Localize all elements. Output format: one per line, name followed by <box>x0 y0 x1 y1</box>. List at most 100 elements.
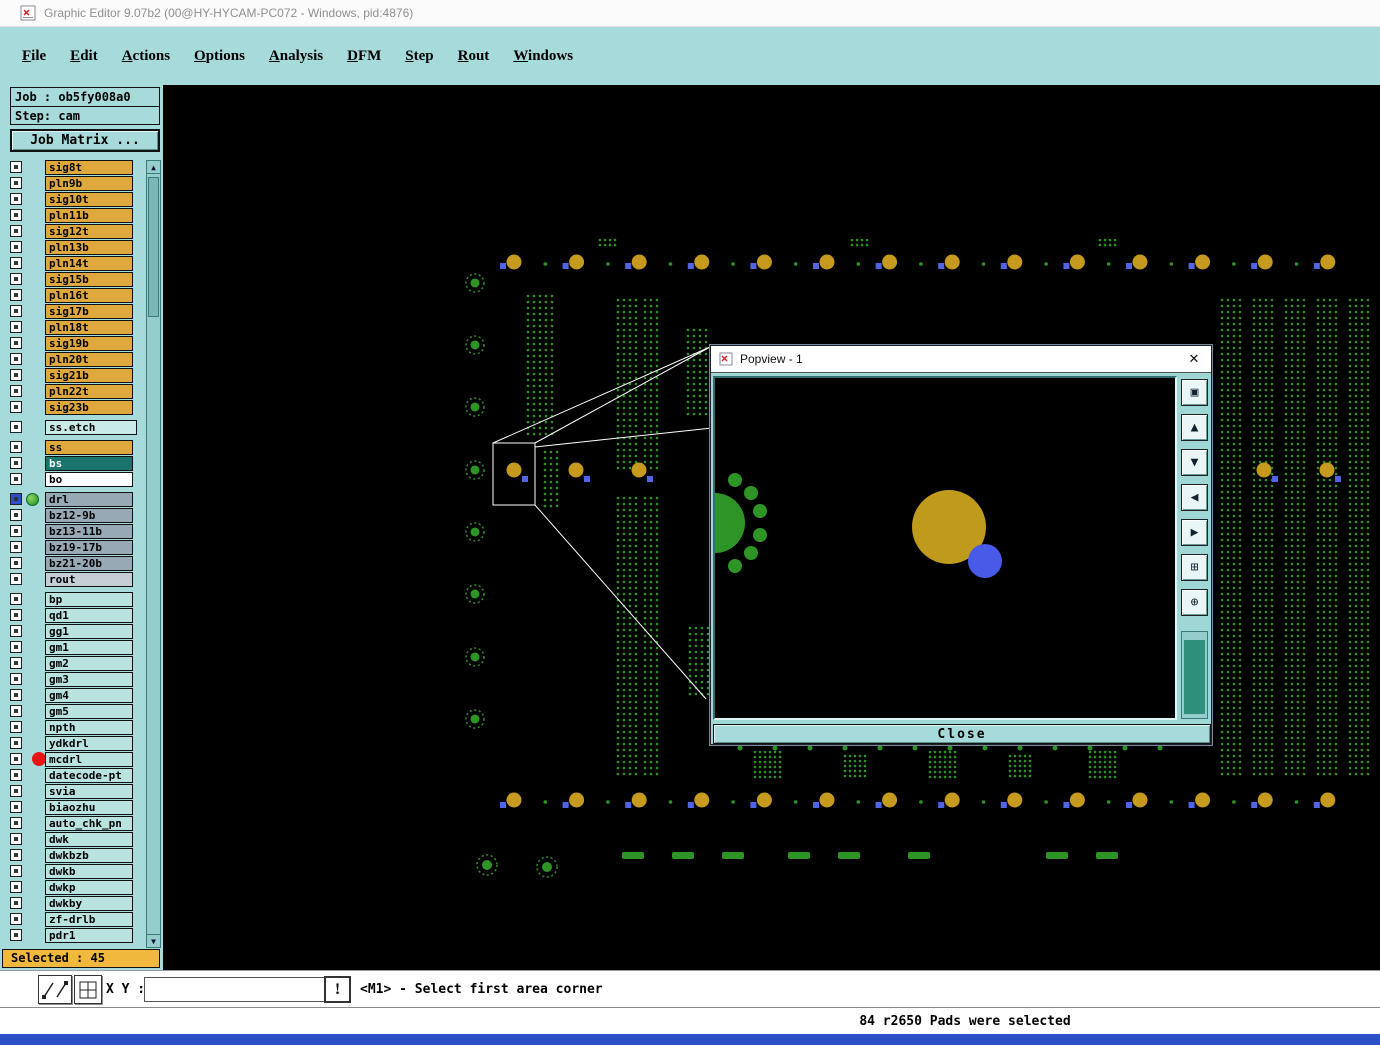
layer-row-sig8t[interactable]: sig8t <box>8 160 146 176</box>
layer-checkbox[interactable] <box>10 913 22 925</box>
layer-row-gm2[interactable]: gm2 <box>8 656 146 672</box>
layer-row-bz19-17b[interactable]: bz19-17b <box>8 540 146 556</box>
layer-label[interactable]: mcdrl <box>45 752 133 767</box>
layer-row-pln13b[interactable]: pln13b <box>8 240 146 256</box>
scrollbar-thumb[interactable] <box>148 177 159 317</box>
layer-label[interactable]: pln18t <box>45 320 133 335</box>
menu-dfm[interactable]: DFM <box>347 48 381 65</box>
pan-down-icon[interactable]: ▼ <box>1181 449 1208 476</box>
layer-row-zf-drlb[interactable]: zf-drlb <box>8 912 146 928</box>
layer-row-dwkp[interactable]: dwkp <box>8 880 146 896</box>
layer-label[interactable]: svia <box>45 784 133 799</box>
popview-canvas[interactable] <box>685 376 1177 720</box>
layer-label[interactable]: auto_chk_pn <box>45 816 133 831</box>
layer-row-npth[interactable]: npth <box>8 720 146 736</box>
layer-label[interactable]: bp <box>45 592 133 607</box>
layer-label[interactable]: ydkdrl <box>45 736 133 751</box>
layer-row-gm4[interactable]: gm4 <box>8 688 146 704</box>
menu-analysis[interactable]: Analysis <box>269 48 323 65</box>
layer-label[interactable]: drl <box>45 492 133 507</box>
layer-checkbox[interactable] <box>10 753 22 765</box>
layer-row-dwkby[interactable]: dwkby <box>8 896 146 912</box>
grid-tool-button[interactable] <box>74 975 102 1004</box>
layer-label[interactable]: sig10t <box>45 192 133 207</box>
pcb-canvas[interactable]: Popview - 1 ✕ ▣ ▲ ▼ ◀ ▶ ⊞ ⊕ Close <box>163 85 1380 970</box>
layer-label[interactable]: ss <box>45 440 133 455</box>
layer-checkbox[interactable] <box>10 865 22 877</box>
layer-label[interactable]: dwk <box>45 832 133 847</box>
layer-checkbox[interactable] <box>10 833 22 845</box>
layer-checkbox[interactable] <box>10 801 22 813</box>
layer-label[interactable]: datecode-pt <box>45 768 133 783</box>
layer-row-sig19b[interactable]: sig19b <box>8 336 146 352</box>
layer-label[interactable]: dwkby <box>45 896 133 911</box>
popview-close-button[interactable]: Close <box>713 724 1211 744</box>
layer-checkbox[interactable] <box>10 705 22 717</box>
layer-label[interactable]: pln14t <box>45 256 133 271</box>
layer-checkbox[interactable] <box>10 721 22 733</box>
job-matrix-button[interactable]: Job Matrix ... <box>10 129 160 152</box>
layer-label[interactable]: dwkp <box>45 880 133 895</box>
layer-checkbox[interactable] <box>10 785 22 797</box>
layer-label[interactable]: gm5 <box>45 704 133 719</box>
layer-checkbox[interactable] <box>10 385 22 397</box>
layer-row-bo[interactable]: bo <box>8 472 146 488</box>
layer-checkbox[interactable] <box>10 929 22 941</box>
layer-row-mcdrl[interactable]: mcdrl <box>8 752 146 768</box>
layer-label[interactable]: dwkb <box>45 864 133 879</box>
menu-step[interactable]: Step <box>405 48 433 65</box>
popview-scrollbar-thumb[interactable] <box>1184 640 1205 714</box>
alert-button[interactable]: ! <box>324 976 351 1003</box>
layer-label[interactable]: dwkbzb <box>45 848 133 863</box>
layer-label[interactable]: pln16t <box>45 288 133 303</box>
layer-checkbox[interactable] <box>10 657 22 669</box>
layer-checkbox[interactable] <box>10 321 22 333</box>
layer-row-pln9b[interactable]: pln9b <box>8 176 146 192</box>
menu-options[interactable]: Options <box>194 48 245 65</box>
layer-checkbox[interactable] <box>10 353 22 365</box>
layer-checkbox[interactable] <box>10 273 22 285</box>
layer-label[interactable]: sig23b <box>45 400 133 415</box>
layer-row-ydkdrl[interactable]: ydkdrl <box>8 736 146 752</box>
layer-checkbox[interactable] <box>10 641 22 653</box>
zoom-in-icon[interactable]: ⊕ <box>1181 589 1208 616</box>
layer-checkbox[interactable] <box>10 689 22 701</box>
layer-row-pln14t[interactable]: pln14t <box>8 256 146 272</box>
layer-row-dwk[interactable]: dwk <box>8 832 146 848</box>
layer-row-auto_chk_pn[interactable]: auto_chk_pn <box>8 816 146 832</box>
layer-label[interactable]: gm3 <box>45 672 133 687</box>
layer-checkbox[interactable] <box>10 161 22 173</box>
layer-label[interactable]: pln13b <box>45 240 133 255</box>
layer-label[interactable]: bz21-20b <box>45 556 133 571</box>
layer-checkbox[interactable] <box>10 525 22 537</box>
layer-row-sig23b[interactable]: sig23b <box>8 400 146 416</box>
layer-row-biaozhu[interactable]: biaozhu <box>8 800 146 816</box>
layer-row-sig12t[interactable]: sig12t <box>8 224 146 240</box>
layer-label[interactable]: bz13-11b <box>45 524 133 539</box>
layer-checkbox[interactable] <box>10 573 22 585</box>
layer-checkbox[interactable] <box>10 421 22 433</box>
layer-checkbox[interactable] <box>10 369 22 381</box>
layer-row-gg1[interactable]: gg1 <box>8 624 146 640</box>
close-icon[interactable]: ✕ <box>1185 350 1203 368</box>
layer-label[interactable]: sig15b <box>45 272 133 287</box>
zoom-out-icon[interactable]: ⊞ <box>1181 554 1208 581</box>
layer-checkbox[interactable] <box>10 625 22 637</box>
scroll-down-icon[interactable]: ▼ <box>147 934 160 947</box>
layer-checkbox[interactable] <box>10 209 22 221</box>
layer-row-gm5[interactable]: gm5 <box>8 704 146 720</box>
layer-checkbox[interactable] <box>10 177 22 189</box>
layer-row-pln22t[interactable]: pln22t <box>8 384 146 400</box>
layer-checkbox[interactable] <box>10 337 22 349</box>
layer-label[interactable]: bz12-9b <box>45 508 133 523</box>
layer-row-svia[interactable]: svia <box>8 784 146 800</box>
layer-checkbox[interactable] <box>10 441 22 453</box>
layer-label[interactable]: gm4 <box>45 688 133 703</box>
layer-checkbox[interactable] <box>10 557 22 569</box>
pan-right-icon[interactable]: ▶ <box>1181 519 1208 546</box>
layer-checkbox[interactable] <box>10 541 22 553</box>
line-tools-button[interactable] <box>38 975 72 1004</box>
layer-label[interactable]: sig8t <box>45 160 133 175</box>
layer-checkbox[interactable] <box>10 457 22 469</box>
layer-row-pln20t[interactable]: pln20t <box>8 352 146 368</box>
